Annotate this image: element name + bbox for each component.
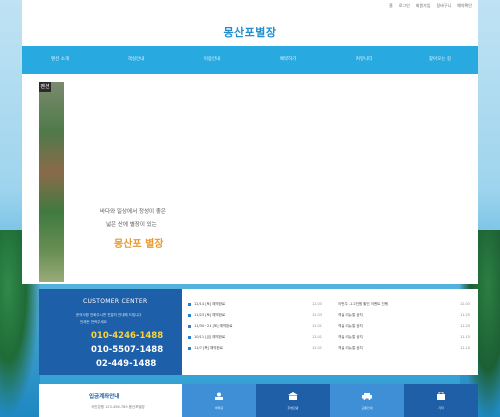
list-item-title[interactable]: 10/11 [금] 예약완료 [194, 335, 225, 340]
person-icon [215, 392, 223, 400]
list-item-date: 12.01 [311, 346, 322, 350]
top-link-home[interactable]: 홈 [389, 3, 393, 9]
customer-center-desc1: 문의사항 전화주시면 친절히 안내해 드립니다 [76, 313, 142, 317]
list-item[interactable]: 이번주 -1.2천원 할인 이벤트 진행 12.03 [336, 301, 472, 309]
list-item[interactable]: 11/30~21 [토] 예약완료 12.01 [188, 323, 324, 331]
nav-item-directions[interactable]: 찾아오는 길 [402, 46, 478, 74]
list-item-date: 12.01 [311, 324, 322, 328]
list-item-title[interactable]: 객실 리뉴얼 공지 [338, 313, 363, 318]
nav-item-reservation[interactable]: 예약하기 [250, 46, 326, 74]
customer-center: CUSTOMER CENTER 문의사항 전화주시면 친절히 안내해 드립니다 … [39, 289, 197, 375]
phone-number-2[interactable]: 010-5507-1488 [91, 345, 163, 355]
quick-link-label: 바베큐 [214, 406, 224, 410]
list-item-date: 12.03 [311, 302, 322, 306]
list-item-date: 12.01 [311, 335, 322, 339]
slide-text-line1: 바다와 일상에서 정성이 좋은 [100, 209, 166, 215]
quick-link-label: 기타 [438, 406, 444, 410]
bullet-icon [188, 336, 191, 339]
list-item-date: 12.03 [311, 313, 322, 317]
slide-text-line2: 넓은 산에 별장이 있는 [106, 222, 157, 228]
top-link-reservation-check[interactable]: 예약확인 [457, 3, 472, 9]
list-item-title[interactable]: 객실 리뉴얼 공지 [338, 335, 363, 340]
top-link-login[interactable]: 로그인 [399, 3, 410, 9]
quick-link-tour[interactable]: 주변관광 [256, 384, 330, 417]
customer-center-title: CUSTOMER CENTER [83, 298, 148, 305]
list-item[interactable]: 12/14 [토] 예약완료 12.03 [188, 301, 324, 309]
bank-account-box: 입금계좌안내 국민은행 123-456-789 몽산포별장 [39, 384, 197, 417]
list-item-title[interactable]: 객실 리뉴얼 공지 [338, 324, 363, 329]
nav-item-about[interactable]: 펜션 소개 [22, 46, 98, 74]
bank-account-desc: 국민은행 123-456-789 몽산포별장 [91, 405, 145, 409]
slide-brand: 몽산포 별장 [114, 239, 164, 250]
list-item[interactable]: 10/11 [금] 예약완료 12.01 [188, 334, 324, 342]
customer-center-desc2: 언제든 연락주세요 [80, 320, 107, 324]
list-item[interactable]: 11/7 [목] 예약완료 12.01 [188, 345, 324, 353]
quick-links: 바베큐 주변관광 교통안내 기타 [182, 384, 478, 417]
quick-link-bbq[interactable]: 바베큐 [182, 384, 256, 417]
bullet-icon [188, 303, 191, 306]
top-link-cart[interactable]: 장바구니 [437, 3, 452, 9]
site-logo[interactable]: 몽산포별장 [22, 24, 478, 40]
list-item-date: 11.15 [459, 335, 470, 339]
top-link-join[interactable]: 회원가입 [416, 3, 431, 9]
list-item-date: 12.03 [459, 302, 470, 306]
list-item-title[interactable]: 11/30~21 [토] 예약완료 [194, 324, 233, 329]
list-item[interactable]: 객실 리뉴얼 공지 11.20 [336, 323, 472, 331]
list-item-title[interactable]: 객실 리뉴얼 공지 [338, 346, 363, 351]
reservation-board: 12/14 [토] 예약완료 12.03 11/23 [토] 예약완료 12.0… [182, 289, 330, 375]
phone-number-1[interactable]: 010-4246-1488 [91, 331, 163, 341]
nav-item-rooms[interactable]: 객실안내 [98, 46, 174, 74]
bullet-icon [188, 314, 191, 317]
bag-icon [437, 392, 445, 400]
list-item[interactable]: 객실 리뉴얼 공지 11.10 [336, 345, 472, 353]
list-item-date: 11.20 [459, 324, 470, 328]
top-links: 홈 로그인 회원가입 장바구니 예약확인 [389, 3, 472, 9]
nav-item-community[interactable]: 커뮤니티 [326, 46, 402, 74]
hero-slider: 펜션 바다와 일상에서 정성이 좋은 넓은 산에 별장이 있는 몽산포 별장 [22, 74, 478, 342]
car-icon [362, 393, 372, 400]
list-item-title[interactable]: 이번주 -1.2천원 할인 이벤트 진행 [338, 302, 388, 307]
list-item-date: 11.10 [459, 346, 470, 350]
header: 몽산포별장 [22, 14, 478, 46]
bullet-icon [188, 325, 191, 328]
top-bar: 홈 로그인 회원가입 장바구니 예약확인 [22, 0, 478, 14]
page-wrapper: 홈 로그인 회원가입 장바구니 예약확인 몽산포별장 펜션 소개 객실안내 이용… [22, 0, 478, 417]
list-item-date: 11.25 [459, 313, 470, 317]
phone-number-3[interactable]: 02-449-1488 [96, 359, 156, 369]
bullet-icon [188, 347, 191, 350]
quick-link-label: 교통안내 [361, 406, 373, 410]
building-icon [288, 392, 298, 400]
bank-account-title: 입금계좌안내 [89, 394, 120, 400]
notice-board: 이번주 -1.2천원 할인 이벤트 진행 12.03 객실 리뉴얼 공지 11.… [330, 289, 478, 375]
list-item-title[interactable]: 11/23 [토] 예약완료 [194, 313, 225, 318]
list-item[interactable]: 11/23 [토] 예약완료 12.03 [188, 312, 324, 320]
list-item[interactable]: 객실 리뉴얼 공지 11.25 [336, 312, 472, 320]
nav-item-guide[interactable]: 이용안내 [174, 46, 250, 74]
quick-link-label: 주변관광 [287, 406, 299, 410]
list-item[interactable]: 객실 리뉴얼 공지 11.15 [336, 334, 472, 342]
main-nav: 펜션 소개 객실안내 이용안내 예약하기 커뮤니티 찾아오는 길 [22, 46, 478, 74]
list-item-title[interactable]: 12/14 [토] 예약완료 [194, 302, 225, 307]
slide-photo [39, 82, 64, 282]
quick-link-etc[interactable]: 기타 [404, 384, 478, 417]
list-item-title[interactable]: 11/7 [목] 예약완료 [194, 346, 223, 351]
quick-link-transport[interactable]: 교통안내 [330, 384, 404, 417]
slide-badge: 펜션 [39, 82, 51, 92]
